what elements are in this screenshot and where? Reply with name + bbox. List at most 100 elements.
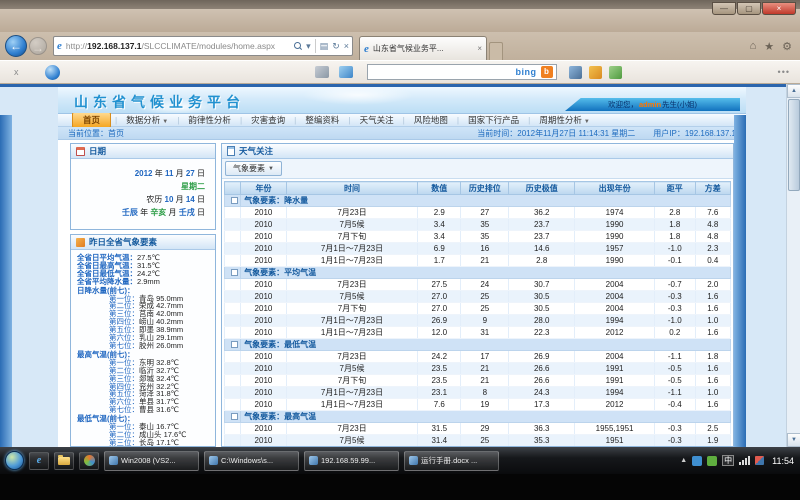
- toolbar-app-icon-1[interactable]: [315, 66, 329, 78]
- back-button[interactable]: ←: [5, 35, 27, 57]
- breadcrumb-bar: 当前位置：首页 当前时间：2012年11月27日 11:14:31 星期二 用户…: [58, 127, 746, 140]
- table-row[interactable]: 20107月1日～7月23日6.91614.61957-1.02.3: [225, 243, 731, 255]
- table-row[interactable]: 20107月5候3.43523.719901.84.8: [225, 219, 731, 231]
- scrollbar-thumb[interactable]: [788, 99, 800, 191]
- start-button[interactable]: [5, 451, 24, 470]
- table-row[interactable]: 20107月23日31.52936.31955,1951-0.32.5: [225, 423, 731, 435]
- weather-focus-panel: 天气关注 气象要素 ▼ 年份时间数值历史排位历史极值出现年份距平方差气象要素：降…: [221, 143, 734, 447]
- taskbar-window-button-3[interactable]: 运行手册.docx ...: [404, 451, 499, 471]
- table-cell: 2.3: [695, 243, 730, 255]
- table-cell: 1.6: [695, 327, 730, 339]
- table-row[interactable]: 20101月1日～7月23日1.7212.81990-0.10.4: [225, 255, 731, 267]
- table-row[interactable]: 20107月5候27.02530.52004-0.31.6: [225, 291, 731, 303]
- tray-expand-icon[interactable]: ▲: [680, 457, 687, 464]
- search-caret-icon[interactable]: ▾: [306, 41, 311, 52]
- table-cell: -1.1: [655, 351, 695, 363]
- table-cell: 2010: [241, 231, 287, 243]
- address-bar[interactable]: e http://192.168.137.1/SLCCLIMATE/module…: [53, 36, 353, 56]
- element-dropdown-button[interactable]: 气象要素 ▼: [225, 161, 282, 176]
- forward-button[interactable]: →: [29, 37, 47, 55]
- table-row[interactable]: 20107月23日27.52430.72004-0.72.0: [225, 279, 731, 291]
- action-center-flag-icon[interactable]: [755, 456, 764, 465]
- element-group-row[interactable]: 气象要素：最低气温: [225, 339, 731, 351]
- new-tab-button[interactable]: [489, 42, 503, 60]
- tab-close-icon[interactable]: ×: [477, 44, 482, 53]
- ime-indicator[interactable]: 中: [722, 455, 734, 466]
- search-icon[interactable]: [294, 42, 302, 50]
- table-cell: 7月5候: [286, 219, 418, 231]
- tools-gear-icon[interactable]: ⚙: [782, 40, 792, 53]
- compatibility-view-icon[interactable]: ▤: [320, 41, 329, 52]
- scroll-up-icon[interactable]: ▲: [787, 84, 800, 98]
- tray-app-icon-2[interactable]: [707, 456, 717, 466]
- toolbar-tool-icon-2[interactable]: [589, 66, 602, 79]
- table-cell: 2.8: [655, 207, 695, 219]
- nav-item-6[interactable]: 风险地图: [405, 114, 457, 126]
- nav-item-4[interactable]: 整编资料: [296, 114, 348, 126]
- nav-item-2[interactable]: 韵律性分析: [179, 114, 240, 126]
- element-group-row[interactable]: 气象要素：降水量: [225, 195, 731, 207]
- checkbox[interactable]: [231, 197, 238, 204]
- table-row[interactable]: 20107月下旬23.52126.61991-0.51.6: [225, 375, 731, 387]
- element-group-row[interactable]: 气象要素：平均气温: [225, 267, 731, 279]
- maximize-button[interactable]: ▢: [737, 2, 761, 15]
- table-row[interactable]: 20107月下旬27.02530.52004-0.31.6: [225, 303, 731, 315]
- table-cell: 1.7: [418, 255, 461, 267]
- taskbar-media-icon[interactable]: [79, 452, 99, 470]
- table-row[interactable]: 20107月下旬3.43523.719901.84.8: [225, 231, 731, 243]
- table-cell: 4.8: [695, 219, 730, 231]
- taskbar-window-button-0[interactable]: Win2008 (VS2...: [104, 451, 199, 471]
- nav-item-5[interactable]: 天气关注: [351, 114, 403, 126]
- favorites-star-icon[interactable]: ★: [764, 40, 774, 53]
- close-button[interactable]: ×: [762, 2, 796, 15]
- scroll-down-icon[interactable]: ▼: [787, 433, 800, 447]
- vertical-scrollbar[interactable]: ▲ ▼: [786, 84, 800, 447]
- stop-icon[interactable]: ×: [344, 41, 349, 51]
- tab-title: 山东省气候业务平...: [373, 43, 444, 54]
- checkbox[interactable]: [231, 341, 238, 348]
- nav-item-8[interactable]: 周期性分析▼: [530, 114, 598, 126]
- bing-search-input[interactable]: bing b: [367, 64, 557, 80]
- network-icon[interactable]: [739, 456, 750, 465]
- nav-item-0[interactable]: 首页: [72, 112, 111, 128]
- table-cell: 21: [461, 363, 509, 375]
- table-row[interactable]: 20107月5候23.52126.61991-0.51.6: [225, 363, 731, 375]
- refresh-icon[interactable]: ↻: [332, 41, 340, 52]
- table-cell: 7月下旬: [286, 375, 418, 387]
- table-row[interactable]: 20107月23日24.21726.92004-1.11.8: [225, 351, 731, 363]
- nav-item-1[interactable]: 数据分析▼: [117, 114, 177, 126]
- toolbar-more-icon[interactable]: •••: [778, 67, 790, 77]
- browser-tab[interactable]: e 山东省气候业务平... ×: [359, 36, 487, 60]
- taskbar-ie-icon[interactable]: e: [29, 452, 49, 470]
- tray-app-icon-1[interactable]: [692, 456, 702, 466]
- url-scheme: http://: [66, 41, 87, 51]
- taskbar-window-button-1[interactable]: C:\Windows\s...: [204, 451, 299, 471]
- toolbar-orb-icon[interactable]: [45, 65, 60, 80]
- nav-item-7[interactable]: 国家下行产品: [459, 114, 528, 126]
- nav-item-3[interactable]: 灾害查询: [242, 114, 294, 126]
- checkbox[interactable]: [231, 269, 238, 276]
- minimize-button[interactable]: —: [712, 2, 736, 15]
- bing-badge-icon[interactable]: b: [541, 66, 553, 78]
- home-icon[interactable]: ⌂: [750, 40, 757, 53]
- toolbar-tool-icon-1[interactable]: [569, 66, 582, 79]
- table-cell: 29: [461, 423, 509, 435]
- yesterday-panel-title: 昨日全省气象要素: [89, 236, 157, 248]
- taskbar-clock[interactable]: 11:54: [772, 456, 794, 466]
- toolbar-close-icon[interactable]: x: [14, 67, 19, 77]
- table-row[interactable]: 20101月1日～7月23日7.61917.32012-0.41.6: [225, 399, 731, 411]
- table-row[interactable]: 20107月5候31.42535.31951-0.31.9: [225, 435, 731, 447]
- table-cell: 1991: [575, 363, 655, 375]
- table-row[interactable]: 20107月23日2.92736.219742.87.6: [225, 207, 731, 219]
- toolbar-app-icon-2[interactable]: [339, 66, 353, 78]
- table-row[interactable]: 20107月1日～7月23日23.1824.31994-1.11.0: [225, 387, 731, 399]
- element-group-row[interactable]: 气象要素：最高气温: [225, 411, 731, 423]
- weather-table: 年份时间数值历史排位历史极值出现年份距平方差气象要素：降水量20107月23日2…: [224, 181, 731, 447]
- column-header: 年份: [241, 182, 287, 195]
- taskbar-window-button-2[interactable]: 192.168.59.99...: [304, 451, 399, 471]
- table-row[interactable]: 20107月1日～7月23日26.9928.01994-1.01.0: [225, 315, 731, 327]
- taskbar-folder-icon[interactable]: [54, 452, 74, 470]
- table-row[interactable]: 20101月1日～7月23日12.03122.320120.21.6: [225, 327, 731, 339]
- checkbox[interactable]: [231, 413, 238, 420]
- toolbar-tool-icon-3[interactable]: [609, 66, 622, 79]
